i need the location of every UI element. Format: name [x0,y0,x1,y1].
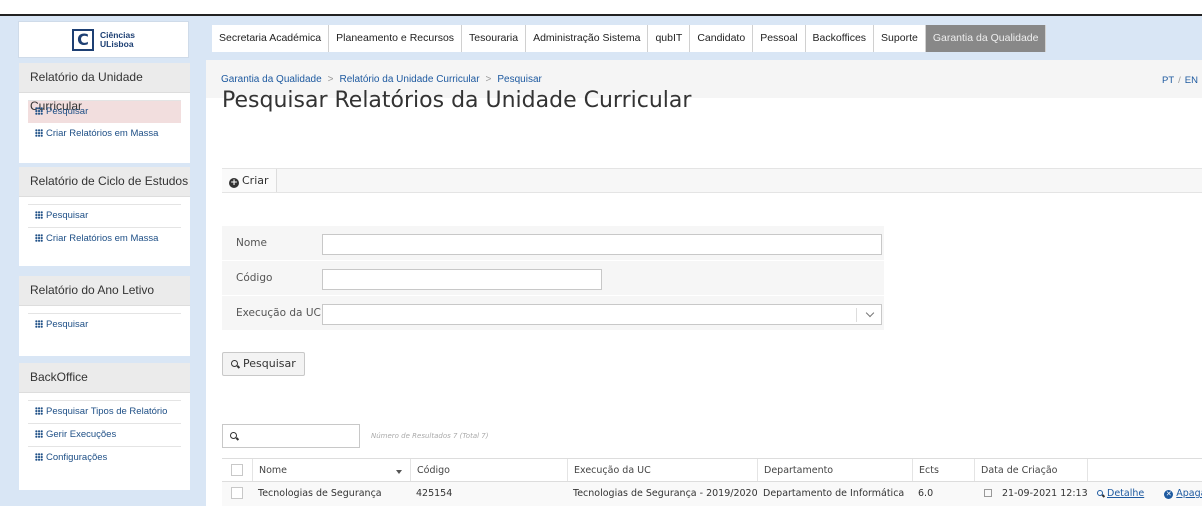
sidebar-item-criar-massa-ciclo[interactable]: Criar Relatórios em Massa [28,227,181,250]
grid-icon [35,407,43,415]
breadcrumb-garantia[interactable]: Garantia da Qualidade [221,74,322,85]
table-row: Tecnologias de Segurança 425154 Tecnolog… [222,482,1202,506]
header-execucao[interactable]: Execução da UC [567,459,757,481]
panel-title: BackOffice [19,363,190,393]
panel-relatorio-ano: Relatório do Ano Letivo Pesquisar [19,276,190,356]
row-checkbox[interactable] [231,487,243,499]
plus-circle-icon: + [229,178,239,188]
execution-select[interactable] [322,304,882,325]
topnav-suporte[interactable]: Suporte [874,25,926,52]
sidebar-item-configuracoes[interactable]: Configurações [28,446,181,469]
sidebar-item-criar-massa-uc[interactable]: Criar Relatórios em Massa [28,123,181,146]
select-all-checkbox[interactable] [231,464,243,476]
topnav-pessoal[interactable]: Pessoal [753,25,806,52]
grid-icon [35,320,43,328]
header-departamento[interactable]: Departamento [757,459,912,481]
create-button[interactable]: + Criar [222,169,277,192]
cell-codigo: 425154 [416,488,453,499]
header-ects[interactable]: Ects [912,459,974,481]
topnav-planeamento-recursos[interactable]: Planeamento e Recursos [329,25,463,52]
chevron-down-icon [865,308,875,318]
logo-line-2: ULisboa [100,38,134,49]
panel-backoffice: BackOffice Pesquisar Tipos de Relatório … [19,363,190,490]
search-form: Nome Código Execução da UC [222,226,884,331]
grid-icon [35,129,43,137]
header-data-criacao[interactable]: Data de Criação [974,459,1087,481]
sidebar-item-pesquisar-ano[interactable]: Pesquisar [28,313,181,336]
panel-title: Relatório de Ciclo de Estudos [19,167,190,197]
cell-departamento: Departamento de Informática [763,488,905,499]
search-button[interactable]: Pesquisar [222,352,305,376]
cell-actions: Detalhe ✕Apagar [1087,482,1202,506]
language-switch: PT / EN [1162,75,1198,86]
sidebar: Relatório da Unidade Curricular Pesquisa… [0,60,206,506]
lang-en[interactable]: EN [1185,75,1198,86]
action-bar: + Criar [222,168,1202,193]
topnav-candidato[interactable]: Candidato [690,25,754,52]
table-header: Nome Código Execução da UC Departamento … [222,458,1202,482]
header-nome[interactable]: Nome [252,459,410,481]
breadcrumb: Garantia da Qualidade > Relatório da Unida… [221,74,542,85]
results-table: Nome Código Execução da UC Departamento … [222,458,1202,506]
grid-icon [35,234,43,242]
cell-execucao: Tecnologias de Segurança - 2019/2020 [573,488,758,499]
topnav-qubit[interactable]: qubIT [648,25,691,52]
top-strip [0,0,1202,16]
sidebar-item-pesquisar-ciclo[interactable]: Pesquisar [28,204,181,227]
cell-nome: Tecnologias de Segurança [258,488,382,499]
app-header: C Ciências ULisboa Secretaria Académica … [0,16,1202,60]
close-circle-icon: ✕ [1164,490,1174,499]
cell-data-criacao: 21-09-2021 12:13 [974,482,1088,506]
sort-caret-icon [396,470,402,474]
sidebar-item-gerir-execucoes[interactable]: Gerir Execuções [28,423,181,446]
name-label: Nome [236,237,267,249]
code-label: Código [236,272,273,284]
calendar-icon [984,489,992,497]
topnav-administracao-sistema[interactable]: Administração Sistema [526,25,649,52]
code-input[interactable] [322,269,602,290]
panel-relatorio-ciclo: Relatório de Ciclo de Estudos Pesquisar … [19,167,190,266]
delete-link[interactable]: ✕Apagar [1164,488,1202,499]
sidebar-item-pesquisar-tipos[interactable]: Pesquisar Tipos de Relatório [28,400,181,423]
grid-icon [35,107,43,115]
name-input[interactable] [322,234,882,255]
topnav-secretaria-academica[interactable]: Secretaria Académica [212,25,330,52]
topnav-tesouraria[interactable]: Tesouraria [462,25,527,52]
panel-title: Relatório da Unidade Curricular [19,63,190,113]
grid-icon [35,211,43,219]
page-title: Pesquisar Relatórios da Unidade Curricul… [222,88,692,113]
grid-icon [35,430,43,438]
university-logo[interactable]: C Ciências ULisboa [18,21,189,58]
execution-label: Execução da UC [236,307,321,319]
results-count: Número de Resultados 7 (Total 7) [371,432,489,440]
detail-link[interactable]: Detalhe [1097,488,1144,499]
panel-title: Relatório do Ano Letivo [19,276,190,306]
breadcrumb-pesquisar[interactable]: Pesquisar [497,74,541,85]
header-codigo[interactable]: Código [410,459,567,481]
cell-ects: 6.0 [918,488,934,499]
top-navigation: Secretaria Académica Planeamento e Recur… [212,25,1047,52]
topnav-backoffices[interactable]: Backoffices [805,25,875,52]
search-icon [1097,490,1103,496]
main-content: Garantia da Qualidade > Relatório da Unida… [206,60,1202,506]
breadcrumb-relatorio-uc[interactable]: Relatório da Unidade Curricular [339,74,479,85]
panel-relatorio-uc: Relatório da Unidade Curricular Pesquisa… [19,63,190,163]
topnav-garantia-qualidade[interactable]: Garantia da Qualidade [925,25,1047,52]
search-icon [230,432,237,439]
logo-mark-icon: C [72,28,95,51]
sidebar-item-pesquisar-uc[interactable]: Pesquisar [28,100,181,123]
grid-icon [35,453,43,461]
header-actions [1087,459,1202,481]
lang-pt[interactable]: PT [1162,75,1174,86]
table-filter-input[interactable] [222,424,360,448]
search-icon [231,360,238,367]
